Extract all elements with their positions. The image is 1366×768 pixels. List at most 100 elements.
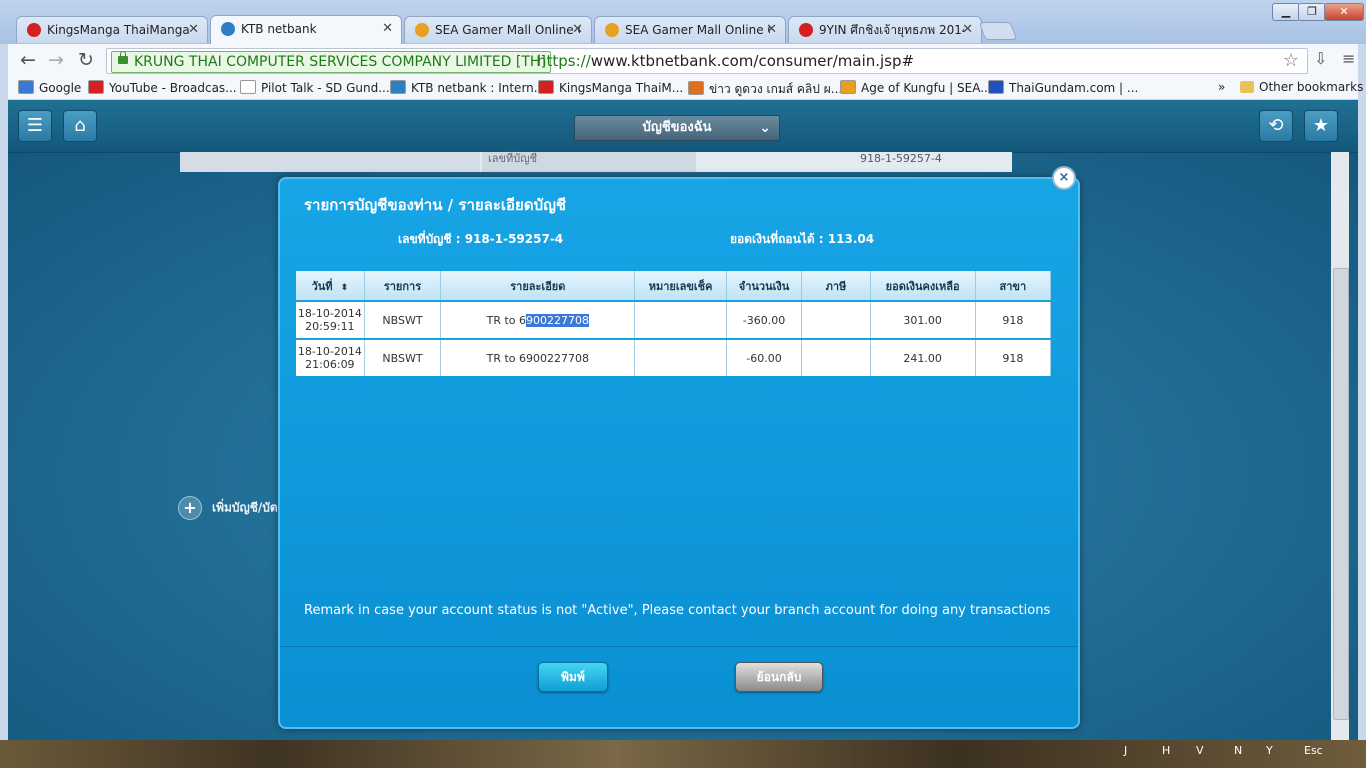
add-account-link[interactable]: + เพิ่มบัญชี/บัต: [178, 496, 278, 520]
browser-tab[interactable]: KingsManga ThaiManga D ✕: [16, 16, 208, 43]
browser-tab[interactable]: KTB netbank ✕: [210, 15, 402, 44]
account-card-behind: เลขที่บัญชี 918-1-59257-4: [180, 152, 1012, 172]
detail-text: TR to 6: [486, 313, 527, 327]
available-balance: ยอดเงินที่ถอนได้ : 113.04: [730, 232, 875, 246]
hotkey-label: Esc: [1304, 744, 1323, 757]
tab-close-icon[interactable]: ✕: [572, 17, 583, 43]
date-text: 18-10-2014: [297, 345, 362, 358]
back-button[interactable]: ย้อนกลับ: [735, 662, 823, 692]
cell-type: NBSWT: [364, 300, 442, 339]
bookmark-star-icon[interactable]: ☆: [1283, 50, 1299, 71]
column-header-label: จำนวนเงิน: [738, 279, 790, 293]
lock-icon: [118, 51, 128, 64]
bookmark-item[interactable]: Age of Kungfu | SEA...: [840, 80, 992, 95]
browser-tab[interactable]: SEA Gamer Mall Online Ga ✕: [594, 16, 786, 43]
favorite-star-icon[interactable]: ★: [1304, 110, 1338, 142]
modal-close-icon[interactable]: ×: [1052, 166, 1076, 190]
bookmark-item[interactable]: KTB netbank : Intern...: [390, 80, 545, 95]
column-header: จำนวนเงิน: [726, 271, 803, 301]
account-detail-modal: รายการบัญชีของท่าน / รายละเอียดบัญชี เลข…: [278, 177, 1080, 729]
column-header-label: รายการ: [383, 279, 422, 293]
forward-arrow-icon[interactable]: →: [48, 49, 64, 71]
table-row: 18-10-2014 20:59:11 NBSWT TR to 6900227708-…: [296, 300, 1052, 339]
download-icon[interactable]: ⇩: [1314, 49, 1327, 68]
bookmark-label: Pilot Talk - SD Gund...: [261, 81, 390, 95]
column-header-label: ยอดเงินคงเหลือ: [885, 279, 960, 293]
browser-tab[interactable]: 9YIN ศึกชิงเจ้ายุทธภพ 2014 ✕: [788, 16, 982, 43]
tab-close-icon[interactable]: ✕: [766, 17, 777, 43]
hotkey-label: H: [1162, 744, 1171, 757]
back-arrow-icon[interactable]: ←: [20, 49, 36, 71]
bookmark-favicon-icon: [240, 80, 256, 94]
bookmarks-overflow[interactable]: »: [1218, 80, 1225, 94]
add-account-label: เพิ่มบัญชี/บัต: [212, 500, 278, 515]
browser-tab[interactable]: SEA Gamer Mall Online Ga ✕: [404, 16, 592, 43]
tab-label: 9YIN ศึกชิงเจ้ายุทธภพ 2014: [819, 23, 964, 37]
hamburger-menu-icon[interactable]: ☰: [18, 110, 52, 142]
cell-cheque: [634, 338, 727, 376]
url-rest: www.ktbnetbank.com/consumer/main.jsp#: [590, 52, 915, 70]
logout-icon[interactable]: ⟲: [1259, 110, 1293, 142]
address-bar[interactable]: KRUNG THAI COMPUTER SERVICES COMPANY LIM…: [106, 48, 1308, 74]
tab-close-icon[interactable]: ✕: [962, 17, 973, 43]
bookmarks-bar: Google YouTube - Broadcas... Pilot Talk - …: [8, 77, 1363, 100]
page-scrollbar[interactable]: [1331, 152, 1349, 740]
account-number-label-behind: เลขที่บัญชี: [482, 152, 696, 172]
tab-label: KingsManga ThaiManga D: [47, 23, 192, 37]
tab-close-icon[interactable]: ✕: [188, 17, 199, 43]
window-close-button[interactable]: ✕: [1324, 3, 1364, 21]
app-header: ☰ ⌂ บัญชีของฉัน ⌄ ⟲ ★: [8, 100, 1358, 153]
date-text: 18-10-2014: [297, 307, 362, 320]
url-text[interactable]: https://www.ktbnetbank.com/consumer/main…: [537, 49, 914, 73]
bookmark-item[interactable]: ข่าว ดูดวง เกมส์ คลิป ผ...: [688, 80, 842, 99]
cell-branch: 918: [975, 300, 1052, 339]
account-selector[interactable]: บัญชีของฉัน ⌄: [574, 115, 780, 141]
cell-tax: [801, 338, 871, 376]
modal-divider: [280, 646, 1078, 647]
reload-icon[interactable]: ↻: [78, 49, 94, 71]
bookmark-label: ThaiGundam.com | ...: [1009, 81, 1139, 95]
ev-certificate-badge[interactable]: KRUNG THAI COMPUTER SERVICES COMPANY LIM…: [111, 51, 551, 73]
bookmark-item[interactable]: KingsManga ThaiM...: [538, 80, 683, 95]
time-text: 21:06:09: [305, 358, 355, 371]
seagamer-icon: [415, 23, 429, 37]
bookmark-item[interactable]: ThaiGundam.com | ...: [988, 80, 1138, 95]
account-selector-label: บัญชีของฉัน: [642, 120, 712, 135]
table-row: 18-10-2014 21:06:09 NBSWT TR to 6900227708-…: [296, 338, 1052, 376]
bookmark-item[interactable]: YouTube - Broadcas...: [88, 80, 237, 95]
minimize-button[interactable]: ▁: [1272, 3, 1300, 21]
column-header: รายละเอียด: [440, 271, 636, 301]
sort-icon[interactable]: ⬍: [341, 283, 349, 293]
scrollbar-thumb[interactable]: [1333, 268, 1349, 720]
menu-icon[interactable]: ≡: [1342, 49, 1355, 68]
column-header: ยอดเงินคงเหลือ: [870, 271, 976, 301]
bookmark-label: ข่าว ดูดวง เกมส์ คลิป ผ...: [709, 82, 843, 96]
youtube-icon: [799, 23, 813, 37]
bookmark-item[interactable]: Pilot Talk - SD Gund...: [240, 80, 390, 95]
print-button[interactable]: พิมพ์: [538, 662, 608, 692]
browser-toolbar: ← → ↻ KRUNG THAI COMPUTER SERVICES COMPA…: [8, 44, 1358, 77]
maximize-button[interactable]: ❐: [1298, 3, 1326, 21]
column-header: รายการ: [364, 271, 442, 301]
bookmark-item[interactable]: Google: [18, 80, 81, 95]
cell-type: NBSWT: [364, 338, 442, 376]
bookmark-favicon-icon: [18, 80, 34, 94]
column-header-label: รายละเอียด: [510, 279, 566, 293]
column-header-label: หมายเลขเช็ค: [648, 279, 713, 293]
new-tab-button[interactable]: [978, 22, 1018, 40]
bookmark-favicon-icon: [840, 80, 856, 94]
column-header-label: ภาษี: [825, 279, 847, 293]
cell-tax: [801, 300, 871, 339]
other-bookmarks[interactable]: Other bookmarks: [1240, 80, 1363, 94]
account-number: เลขที่บัญชี : 918-1-59257-4: [398, 232, 564, 246]
url-scheme: https://: [537, 52, 591, 70]
bookmark-favicon-icon: [390, 80, 406, 94]
cell-amount: -60.00: [726, 338, 803, 376]
account-number-value-behind: 918-1-59257-4: [860, 152, 942, 165]
column-header[interactable]: วันที่ ⬍: [296, 271, 365, 301]
web-page: ☰ ⌂ บัญชีของฉัน ⌄ ⟲ ★ เลขที่บัญชี 918-1-…: [8, 100, 1358, 740]
tab-label: SEA Gamer Mall Online Ga: [625, 23, 770, 37]
home-icon[interactable]: ⌂: [63, 110, 97, 142]
tab-close-icon[interactable]: ✕: [382, 16, 393, 42]
bookmark-label: YouTube - Broadcas...: [109, 81, 237, 95]
